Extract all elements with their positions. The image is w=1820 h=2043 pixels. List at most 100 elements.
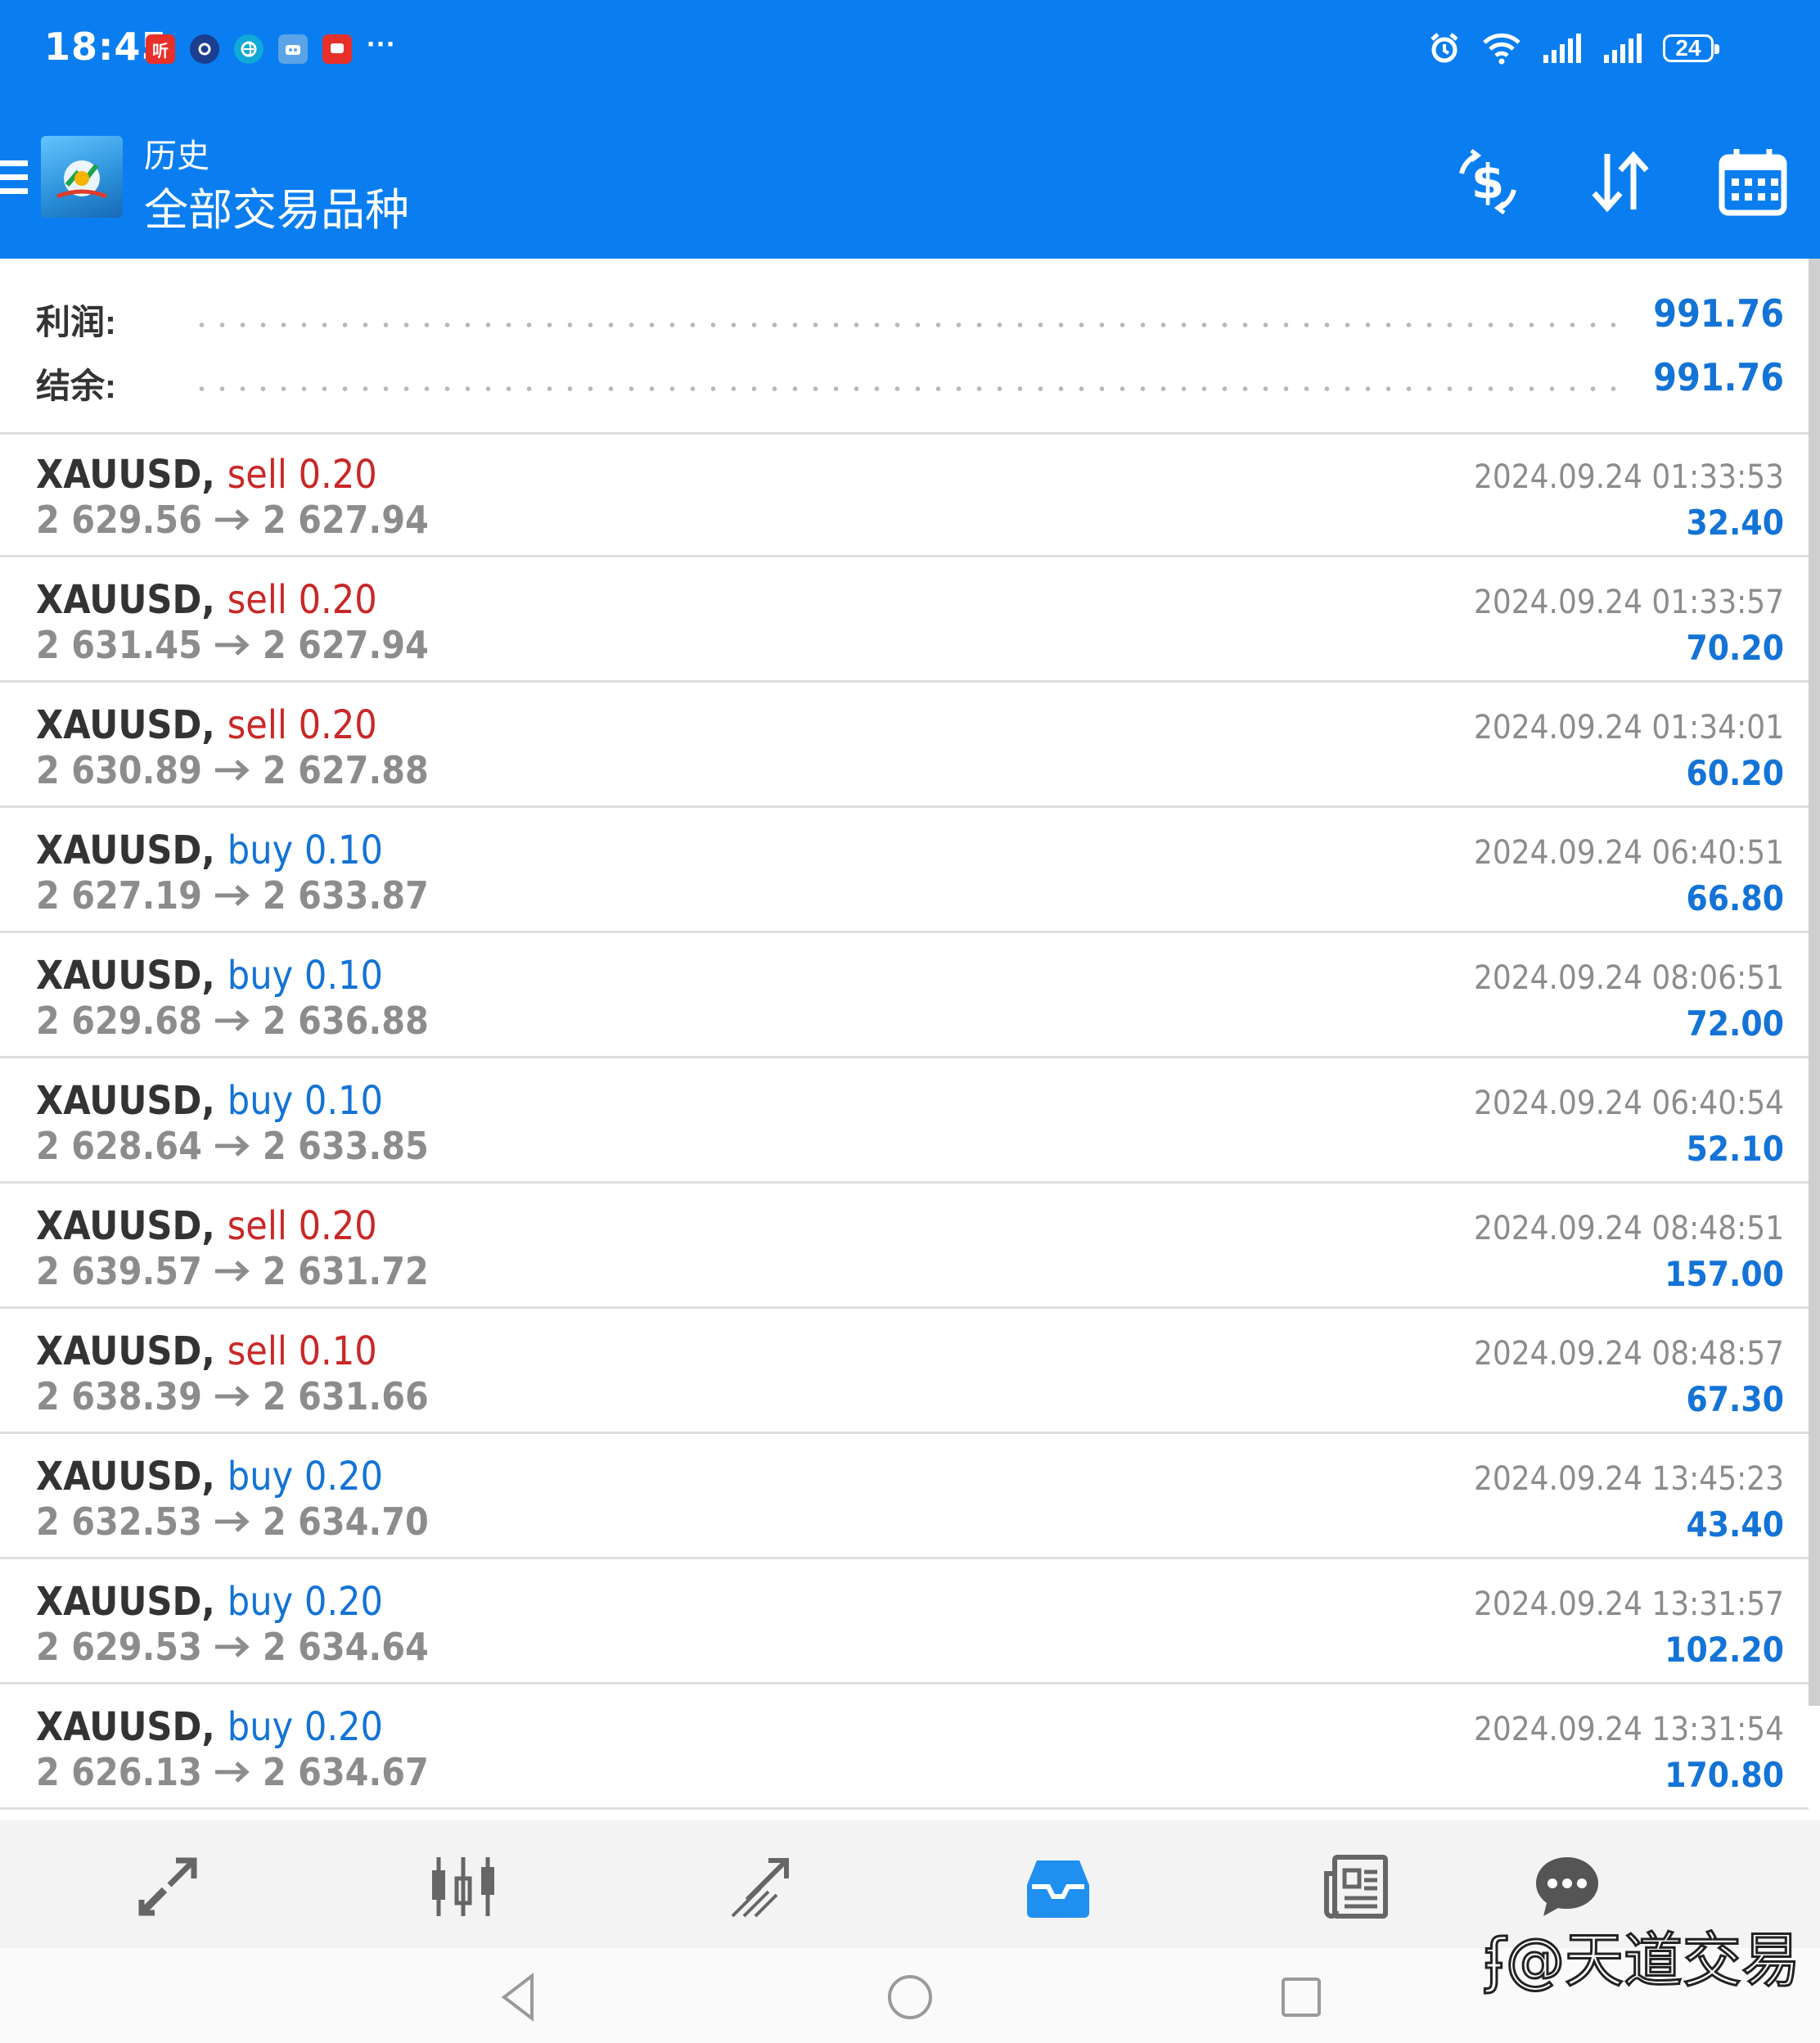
trade-title: XAUUSD, sell 0.20 (36, 1203, 377, 1249)
trade-title: XAUUSD, buy 0.20 (36, 1454, 383, 1500)
trade-prices: 2 638.39 2 631.66 (36, 1374, 429, 1418)
trade-prices: 2 628.64 2 633.85 (36, 1124, 429, 1168)
back-icon[interactable] (493, 1971, 545, 2023)
trade-prices: 2 632.53 2 634.70 (36, 1500, 429, 1544)
open-price: 2 629.56 (36, 498, 202, 542)
trade-volume: 0.10 (304, 828, 383, 873)
open-price: 2 626.13 (36, 1750, 202, 1794)
trade-row[interactable]: XAUUSD, buy 0.10 2 629.68 2 636.88 2024.… (0, 933, 1809, 1058)
balance-label: 结余: (36, 367, 116, 405)
trade-volume: 0.10 (304, 1078, 383, 1124)
trade-profit: 60.20 (1686, 753, 1784, 793)
trade-prices: 2 626.13 2 634.67 (36, 1750, 429, 1794)
listen-app-icon: 听 (146, 34, 175, 64)
trade-side: sell (227, 577, 287, 623)
arrow-right-icon (214, 1261, 250, 1282)
trade-side: sell (227, 1203, 287, 1249)
close-price: 2 634.64 (262, 1625, 429, 1669)
status-right: 24 (1427, 31, 1719, 65)
trade-row[interactable]: XAUUSD, sell 0.10 2 638.39 2 631.66 2024… (0, 1309, 1809, 1434)
toolbar: 历史 全部交易品种 $ (0, 115, 1820, 259)
trade-volume: 0.20 (298, 702, 377, 748)
trade-time: 2024.09.24 06:40:54 (1473, 1085, 1784, 1122)
quotes-icon[interactable] (131, 1850, 205, 1923)
trade-icon[interactable] (723, 1850, 797, 1923)
hamburger-menu-icon[interactable] (0, 160, 28, 200)
trade-title: XAUUSD, buy 0.20 (36, 1704, 383, 1750)
trade-symbol: XAUUSD (36, 1454, 202, 1500)
wifi-icon (1483, 33, 1520, 65)
separator: , (201, 953, 228, 999)
trade-title: XAUUSD, buy 0.10 (36, 953, 383, 999)
trade-row[interactable]: XAUUSD, sell 0.20 2 631.45 2 627.94 2024… (0, 557, 1809, 683)
summary-panel: 利润: 991.76 结余: 991.76 (0, 259, 1809, 435)
arrow-right-icon (214, 1511, 250, 1532)
trade-profit: 66.80 (1686, 878, 1784, 918)
trade-profit: 72.00 (1686, 1003, 1784, 1044)
news-icon[interactable] (1319, 1850, 1393, 1923)
trade-row[interactable]: XAUUSD, sell 0.20 2 639.57 2 631.72 2024… (0, 1184, 1809, 1309)
browser-notification-icon (234, 34, 264, 64)
trade-prices: 2 629.68 2 636.88 (36, 999, 429, 1043)
trade-prices: 2 631.45 2 627.94 (36, 623, 429, 667)
currency-deposit-icon[interactable]: $ (1450, 144, 1525, 219)
trade-symbol: XAUUSD (36, 953, 202, 999)
svg-text:$: $ (1471, 154, 1504, 210)
trade-row[interactable]: XAUUSD, buy 0.20 2 626.13 2 634.67 2024.… (0, 1684, 1809, 1810)
trade-prices: 2 629.56 2 627.94 (36, 498, 429, 542)
trade-symbol: XAUUSD (36, 577, 202, 623)
trade-row[interactable]: XAUUSD, sell 0.20 2 629.56 2 627.94 2024… (0, 432, 1809, 557)
alarm-icon (1430, 33, 1458, 63)
trade-volume: 0.20 (304, 1704, 383, 1750)
separator: , (201, 1328, 228, 1374)
close-price: 2 627.88 (262, 748, 429, 792)
profit-label: 利润: (36, 303, 116, 341)
trade-profit: 67.30 (1686, 1379, 1784, 1419)
recents-icon[interactable] (1275, 1971, 1327, 2023)
close-price: 2 636.88 (262, 999, 429, 1043)
signal-icon-2 (1604, 34, 1642, 63)
separator: , (201, 702, 228, 748)
trade-side: sell (227, 702, 287, 748)
trade-symbol: XAUUSD (36, 1704, 202, 1750)
balance-value: 991.76 (1653, 355, 1784, 399)
arrow-right-icon (214, 1761, 250, 1783)
close-price: 2 631.66 (262, 1374, 429, 1418)
trade-row[interactable]: XAUUSD, buy 0.20 2 629.53 2 634.64 2024.… (0, 1559, 1809, 1684)
open-price: 2 632.53 (36, 1500, 202, 1544)
dotted-leader (191, 386, 1629, 391)
trade-row[interactable]: XAUUSD, buy 0.20 2 632.53 2 634.70 2024.… (0, 1434, 1809, 1559)
trade-row[interactable]: XAUUSD, buy 0.10 2 628.64 2 633.85 2024.… (0, 1058, 1809, 1184)
trade-symbol: XAUUSD (36, 702, 202, 748)
chart-icon[interactable] (427, 1850, 501, 1923)
trade-profit: 52.10 (1686, 1129, 1784, 1169)
trade-title: XAUUSD, sell 0.10 (36, 1328, 377, 1374)
trade-profit: 102.20 (1665, 1630, 1784, 1670)
separator: , (201, 1579, 228, 1625)
signal-icon-1 (1543, 34, 1581, 63)
open-price: 2 630.89 (36, 748, 202, 792)
trade-prices: 2 639.57 2 631.72 (36, 1249, 429, 1293)
arrow-right-icon (214, 1636, 250, 1657)
calendar-icon[interactable] (1715, 144, 1791, 219)
trade-profit: 32.40 (1686, 503, 1784, 543)
close-price: 2 633.87 (262, 873, 429, 918)
home-icon[interactable] (884, 1971, 936, 2023)
history-icon[interactable] (1021, 1850, 1095, 1923)
trade-row[interactable]: XAUUSD, sell 0.20 2 630.89 2 627.88 2024… (0, 683, 1809, 808)
trade-profit: 70.20 (1686, 628, 1784, 668)
trade-time: 2024.09.24 13:45:23 (1473, 1460, 1784, 1498)
close-price: 2 634.67 (262, 1750, 429, 1794)
profit-value: 991.76 (1653, 291, 1784, 336)
screen-title[interactable]: 全部交易品种 (144, 174, 409, 238)
trade-row[interactable]: XAUUSD, buy 0.10 2 627.19 2 633.87 2024.… (0, 808, 1809, 933)
trade-time: 2024.09.24 08:48:51 (1473, 1210, 1784, 1247)
trade-side: buy (227, 1579, 294, 1625)
app-header: 18:45 听 ··· 24 历史 全部交易品种 $ (0, 0, 1820, 259)
notification-icons: 听 ··· (146, 27, 396, 64)
sort-icon[interactable] (1583, 144, 1658, 219)
message-app-icon (322, 34, 352, 64)
trade-title: XAUUSD, buy 0.20 (36, 1579, 383, 1625)
arrow-right-icon (214, 634, 250, 656)
scrollbar[interactable] (1809, 259, 1820, 1706)
